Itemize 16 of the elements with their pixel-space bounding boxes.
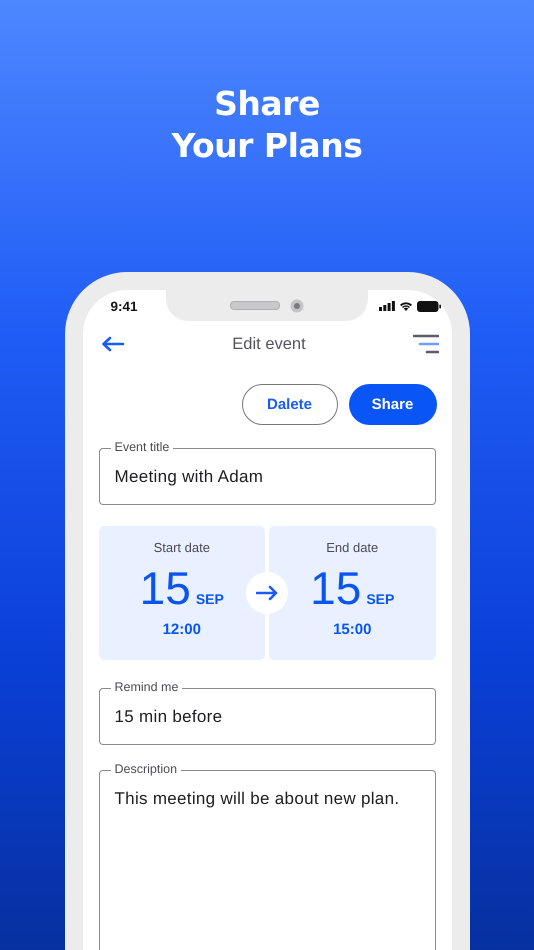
- time-label: 15:00: [333, 621, 372, 638]
- day-number: 15: [310, 565, 362, 611]
- date-card[interactable]: Start date 15 SEP 12:00: [98, 526, 265, 660]
- screen-title: Edit event: [232, 334, 306, 354]
- headline: Share Your Plans: [172, 83, 362, 167]
- date-label: End date: [326, 540, 378, 556]
- primary-button[interactable]: Share: [348, 384, 436, 425]
- month-label: SEP: [196, 591, 224, 607]
- day-number: 15: [140, 565, 191, 611]
- month-label: SEP: [366, 591, 394, 607]
- date-label: Start date: [154, 540, 210, 556]
- secondary-button[interactable]: Dalete: [242, 384, 338, 425]
- field-label: Description: [110, 762, 182, 777]
- status-time: 9:41: [109, 298, 139, 314]
- date-card[interactable]: End date 15 SEP 15:00: [269, 526, 436, 660]
- time-label: 12:00: [162, 621, 201, 638]
